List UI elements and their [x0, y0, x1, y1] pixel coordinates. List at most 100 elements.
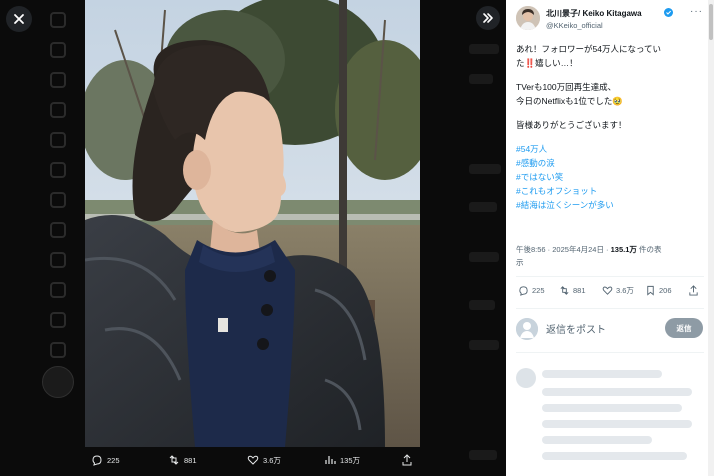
tweet-line: あれ！フォロワーが54万人になってい: [516, 44, 662, 54]
reply-input[interactable]: 返信をポスト: [546, 321, 606, 336]
reply-composer: 返信をポスト 返信: [516, 316, 704, 342]
tweet-body: あれ！フォロワーが54万人になってい た‼️嬉しい…！ TVerも100万回再生…: [516, 42, 702, 212]
tweet-view-suffix-2: 示: [516, 258, 524, 267]
media-like-count: 3.6万: [263, 455, 281, 465]
verified-orgs-icon: [50, 282, 66, 298]
share-button[interactable]: [688, 285, 699, 296]
repost-icon: [169, 455, 179, 465]
media-photo[interactable]: [85, 0, 420, 447]
ghost-line: [469, 340, 499, 350]
media-repost-count: 881: [184, 455, 197, 465]
hashtag-link[interactable]: #ではない笑: [516, 170, 702, 184]
hashtag-link[interactable]: #感動の涙: [516, 156, 702, 170]
blurred-line: [542, 452, 687, 460]
blurred-line: [542, 370, 662, 378]
divider: [516, 352, 704, 353]
author-header: 北川景子/ Keiko Kitagawa @KKeiko_official ··…: [516, 6, 704, 34]
hashtag-link[interactable]: #54万人: [516, 142, 702, 156]
heart-icon: [602, 286, 613, 295]
background-sidebar: [465, 30, 507, 470]
more-options-button[interactable]: ···: [690, 6, 703, 17]
home-icon: [50, 42, 66, 58]
reply-icon: [92, 455, 102, 466]
views-icon: [325, 456, 336, 464]
background-nav: [44, 0, 74, 476]
media-reply-count: 225: [107, 455, 120, 465]
tweet-line: た‼️嬉しい…！: [516, 58, 578, 68]
close-button[interactable]: [6, 6, 32, 32]
heart-icon: [247, 455, 259, 465]
author-handle[interactable]: @KKeiko_official: [546, 21, 603, 30]
media-action-bar: 225 881 3.6万 135万: [85, 449, 420, 475]
like-button[interactable]: 3.6万: [602, 285, 634, 296]
x-premium-icon: [50, 252, 66, 268]
divider: [516, 276, 704, 277]
more-icon: [50, 342, 66, 358]
reply-submit-button[interactable]: 返信: [665, 318, 703, 338]
blurred-line: [542, 420, 692, 428]
ghost-line: [469, 252, 499, 262]
ghost-line: [469, 202, 497, 212]
notifications-icon: [50, 102, 66, 118]
profile-icon: [50, 312, 66, 328]
share-icon: [689, 285, 698, 296]
collapse-panel-button[interactable]: [476, 6, 500, 30]
tweet-line: TVerも100万回再生達成、: [516, 82, 617, 92]
background-post-button: [42, 366, 74, 398]
media-reply-button[interactable]: 225: [91, 454, 120, 466]
blurred-line: [542, 388, 692, 396]
hashtag-link[interactable]: #これもオフショット: [516, 184, 702, 198]
author-name[interactable]: 北川景子/ Keiko Kitagawa: [546, 8, 642, 19]
media-like-button[interactable]: 3.6万: [247, 454, 281, 466]
verified-badge-icon: [664, 8, 673, 17]
share-icon: [402, 454, 412, 466]
ghost-line: [469, 300, 495, 310]
user-avatar-image: [516, 318, 538, 340]
bookmarks-icon: [50, 222, 66, 238]
ghost-line: [469, 44, 499, 54]
tweet-view-count: 135.1万: [610, 245, 637, 254]
reply-count: 225: [532, 286, 545, 295]
chevron-double-right-icon: [483, 13, 493, 23]
media-repost-button[interactable]: 881: [168, 454, 197, 466]
grok-icon: [50, 162, 66, 178]
repost-count: 881: [573, 286, 586, 295]
media-share-button[interactable]: [401, 454, 413, 466]
blurred-line: [542, 436, 652, 444]
scrollbar[interactable]: [708, 0, 714, 476]
like-count: 3.6万: [616, 286, 634, 295]
tweet-timestamp[interactable]: 午後8:56 · 2025年4月24日 ·: [516, 245, 611, 254]
search-icon: [50, 72, 66, 88]
scrollbar-thumb[interactable]: [709, 4, 713, 40]
lists-icon: [50, 192, 66, 208]
bookmark-button[interactable]: 206: [645, 285, 672, 296]
tweet-actions: 225 881 3.6万 206: [516, 283, 704, 301]
blurred-line: [542, 404, 682, 412]
divider: [516, 308, 704, 309]
hashtag-link[interactable]: #結海は泣くシーンが多い: [516, 198, 702, 212]
close-icon: [14, 14, 24, 24]
current-user-avatar: [516, 318, 538, 340]
ghost-line: [469, 74, 493, 84]
media-views-count: 135万: [340, 455, 361, 465]
tweet-line: 今日のNetflixも1位でした🥹: [516, 96, 623, 106]
repost-button[interactable]: 881: [559, 285, 586, 296]
tweet-meta: 午後8:56 · 2025年4月24日 · 135.1万 件の表 示: [516, 243, 702, 269]
repost-icon: [560, 286, 569, 295]
photo-image: [85, 0, 420, 447]
tweet-line: 皆様ありがとうございます！: [516, 120, 627, 130]
ghost-line: [469, 450, 497, 460]
x-logo-icon: [50, 12, 66, 28]
media-views-button[interactable]: 135万: [324, 454, 360, 466]
bookmark-icon: [647, 285, 654, 296]
bookmark-count: 206: [659, 286, 672, 295]
blurred-reply: [512, 360, 700, 476]
author-avatar[interactable]: [516, 6, 540, 30]
avatar-image: [516, 6, 540, 30]
reply-button[interactable]: 225: [518, 285, 545, 296]
messages-icon: [50, 132, 66, 148]
tweet-view-suffix: 件の表: [636, 245, 662, 254]
